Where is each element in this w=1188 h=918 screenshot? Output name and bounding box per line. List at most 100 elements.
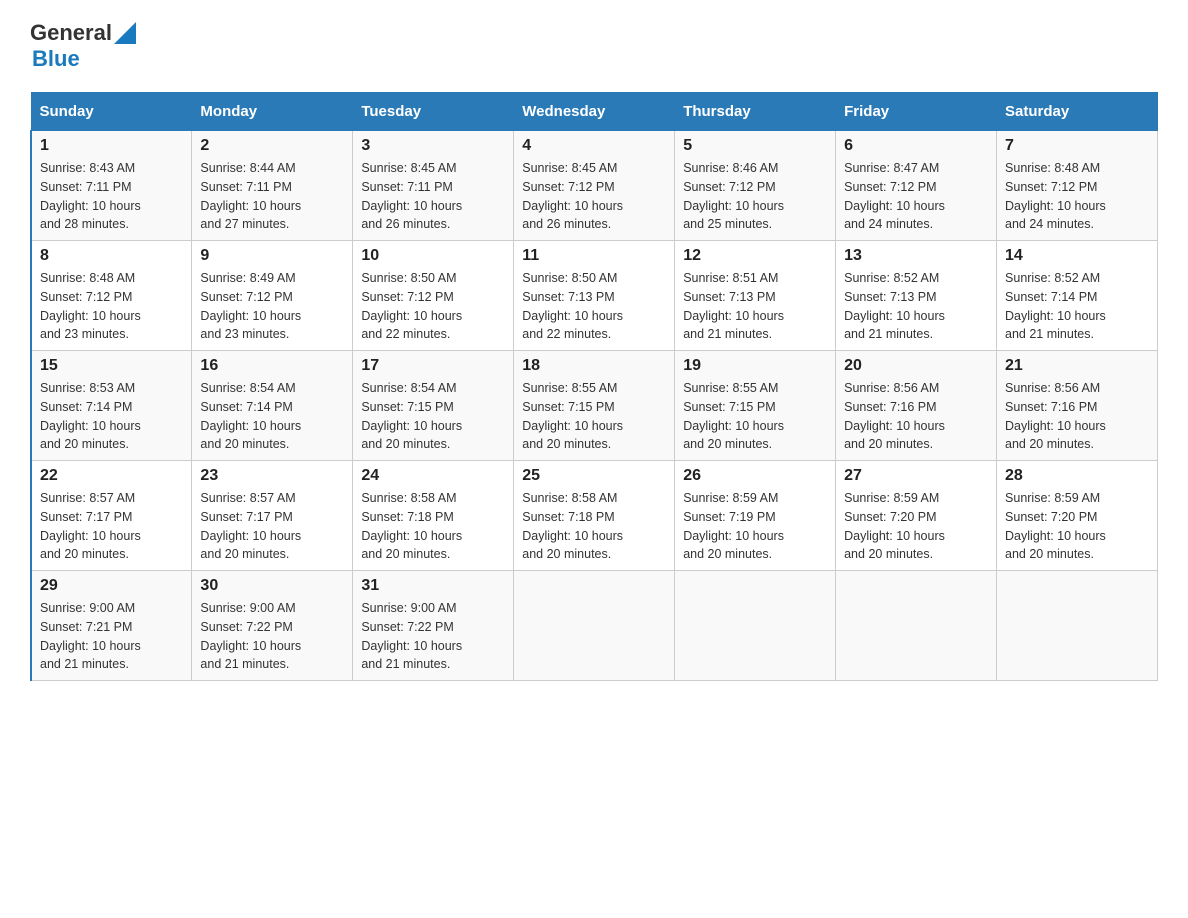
calendar-cell: 9 Sunrise: 8:49 AM Sunset: 7:12 PM Dayli… (192, 241, 353, 351)
calendar-cell: 12 Sunrise: 8:51 AM Sunset: 7:13 PM Dayl… (675, 241, 836, 351)
day-info: Sunrise: 8:53 AM Sunset: 7:14 PM Dayligh… (40, 379, 183, 454)
day-info: Sunrise: 8:55 AM Sunset: 7:15 PM Dayligh… (522, 379, 666, 454)
calendar-cell: 27 Sunrise: 8:59 AM Sunset: 7:20 PM Dayl… (836, 461, 997, 571)
calendar-cell: 3 Sunrise: 8:45 AM Sunset: 7:11 PM Dayli… (353, 131, 514, 241)
logo-blue-text: Blue (32, 46, 80, 71)
calendar-cell: 2 Sunrise: 8:44 AM Sunset: 7:11 PM Dayli… (192, 131, 353, 241)
day-info: Sunrise: 8:48 AM Sunset: 7:12 PM Dayligh… (1005, 159, 1149, 234)
day-number: 26 (683, 467, 827, 485)
day-number: 11 (522, 247, 666, 265)
calendar-cell: 21 Sunrise: 8:56 AM Sunset: 7:16 PM Dayl… (997, 351, 1158, 461)
day-info: Sunrise: 8:58 AM Sunset: 7:18 PM Dayligh… (361, 489, 505, 564)
calendar-cell: 28 Sunrise: 8:59 AM Sunset: 7:20 PM Dayl… (997, 461, 1158, 571)
day-info: Sunrise: 9:00 AM Sunset: 7:21 PM Dayligh… (40, 599, 183, 674)
day-number: 10 (361, 247, 505, 265)
weekday-header-saturday: Saturday (997, 93, 1158, 131)
day-number: 29 (40, 577, 183, 595)
day-number: 20 (844, 357, 988, 375)
calendar-cell (997, 571, 1158, 681)
day-number: 19 (683, 357, 827, 375)
weekday-header-wednesday: Wednesday (514, 93, 675, 131)
day-info: Sunrise: 8:56 AM Sunset: 7:16 PM Dayligh… (1005, 379, 1149, 454)
calendar-cell: 25 Sunrise: 8:58 AM Sunset: 7:18 PM Dayl… (514, 461, 675, 571)
day-number: 2 (200, 137, 344, 155)
day-info: Sunrise: 8:49 AM Sunset: 7:12 PM Dayligh… (200, 269, 344, 344)
day-info: Sunrise: 8:59 AM Sunset: 7:19 PM Dayligh… (683, 489, 827, 564)
day-number: 4 (522, 137, 666, 155)
day-number: 31 (361, 577, 505, 595)
day-info: Sunrise: 8:54 AM Sunset: 7:14 PM Dayligh… (200, 379, 344, 454)
calendar-week-row: 22 Sunrise: 8:57 AM Sunset: 7:17 PM Dayl… (31, 461, 1158, 571)
day-info: Sunrise: 8:50 AM Sunset: 7:12 PM Dayligh… (361, 269, 505, 344)
day-info: Sunrise: 8:57 AM Sunset: 7:17 PM Dayligh… (40, 489, 183, 564)
day-info: Sunrise: 8:47 AM Sunset: 7:12 PM Dayligh… (844, 159, 988, 234)
weekday-header-tuesday: Tuesday (353, 93, 514, 131)
day-info: Sunrise: 8:52 AM Sunset: 7:13 PM Dayligh… (844, 269, 988, 344)
day-info: Sunrise: 8:54 AM Sunset: 7:15 PM Dayligh… (361, 379, 505, 454)
day-number: 1 (40, 137, 183, 155)
day-number: 22 (40, 467, 183, 485)
day-number: 25 (522, 467, 666, 485)
day-number: 3 (361, 137, 505, 155)
day-number: 28 (1005, 467, 1149, 485)
logo-triangle-icon (114, 22, 136, 44)
logo: General Blue (30, 20, 136, 72)
calendar-cell: 23 Sunrise: 8:57 AM Sunset: 7:17 PM Dayl… (192, 461, 353, 571)
weekday-header-thursday: Thursday (675, 93, 836, 131)
day-number: 9 (200, 247, 344, 265)
calendar-cell: 6 Sunrise: 8:47 AM Sunset: 7:12 PM Dayli… (836, 131, 997, 241)
day-info: Sunrise: 8:57 AM Sunset: 7:17 PM Dayligh… (200, 489, 344, 564)
day-info: Sunrise: 8:43 AM Sunset: 7:11 PM Dayligh… (40, 159, 183, 234)
day-info: Sunrise: 8:58 AM Sunset: 7:18 PM Dayligh… (522, 489, 666, 564)
day-number: 17 (361, 357, 505, 375)
weekday-header-monday: Monday (192, 93, 353, 131)
calendar-cell: 24 Sunrise: 8:58 AM Sunset: 7:18 PM Dayl… (353, 461, 514, 571)
calendar-cell: 31 Sunrise: 9:00 AM Sunset: 7:22 PM Dayl… (353, 571, 514, 681)
calendar-table: SundayMondayTuesdayWednesdayThursdayFrid… (30, 92, 1158, 681)
calendar-cell: 30 Sunrise: 9:00 AM Sunset: 7:22 PM Dayl… (192, 571, 353, 681)
calendar-cell: 17 Sunrise: 8:54 AM Sunset: 7:15 PM Dayl… (353, 351, 514, 461)
calendar-cell: 22 Sunrise: 8:57 AM Sunset: 7:17 PM Dayl… (31, 461, 192, 571)
day-info: Sunrise: 8:50 AM Sunset: 7:13 PM Dayligh… (522, 269, 666, 344)
day-number: 6 (844, 137, 988, 155)
day-info: Sunrise: 8:55 AM Sunset: 7:15 PM Dayligh… (683, 379, 827, 454)
day-info: Sunrise: 8:52 AM Sunset: 7:14 PM Dayligh… (1005, 269, 1149, 344)
calendar-cell: 18 Sunrise: 8:55 AM Sunset: 7:15 PM Dayl… (514, 351, 675, 461)
day-number: 14 (1005, 247, 1149, 265)
page-header: General Blue (30, 20, 1158, 72)
calendar-cell: 4 Sunrise: 8:45 AM Sunset: 7:12 PM Dayli… (514, 131, 675, 241)
calendar-cell: 10 Sunrise: 8:50 AM Sunset: 7:12 PM Dayl… (353, 241, 514, 351)
day-number: 30 (200, 577, 344, 595)
day-info: Sunrise: 8:56 AM Sunset: 7:16 PM Dayligh… (844, 379, 988, 454)
day-number: 23 (200, 467, 344, 485)
calendar-cell (836, 571, 997, 681)
calendar-cell: 1 Sunrise: 8:43 AM Sunset: 7:11 PM Dayli… (31, 131, 192, 241)
day-number: 18 (522, 357, 666, 375)
calendar-cell: 14 Sunrise: 8:52 AM Sunset: 7:14 PM Dayl… (997, 241, 1158, 351)
day-number: 24 (361, 467, 505, 485)
calendar-cell: 29 Sunrise: 9:00 AM Sunset: 7:21 PM Dayl… (31, 571, 192, 681)
calendar-cell: 13 Sunrise: 8:52 AM Sunset: 7:13 PM Dayl… (836, 241, 997, 351)
calendar-cell: 19 Sunrise: 8:55 AM Sunset: 7:15 PM Dayl… (675, 351, 836, 461)
day-number: 7 (1005, 137, 1149, 155)
calendar-week-row: 8 Sunrise: 8:48 AM Sunset: 7:12 PM Dayli… (31, 241, 1158, 351)
day-number: 21 (1005, 357, 1149, 375)
calendar-week-row: 29 Sunrise: 9:00 AM Sunset: 7:21 PM Dayl… (31, 571, 1158, 681)
calendar-cell: 8 Sunrise: 8:48 AM Sunset: 7:12 PM Dayli… (31, 241, 192, 351)
day-info: Sunrise: 8:59 AM Sunset: 7:20 PM Dayligh… (844, 489, 988, 564)
day-number: 8 (40, 247, 183, 265)
day-number: 12 (683, 247, 827, 265)
calendar-cell: 7 Sunrise: 8:48 AM Sunset: 7:12 PM Dayli… (997, 131, 1158, 241)
day-info: Sunrise: 8:45 AM Sunset: 7:11 PM Dayligh… (361, 159, 505, 234)
day-number: 27 (844, 467, 988, 485)
day-info: Sunrise: 9:00 AM Sunset: 7:22 PM Dayligh… (200, 599, 344, 674)
calendar-cell: 16 Sunrise: 8:54 AM Sunset: 7:14 PM Dayl… (192, 351, 353, 461)
calendar-cell: 20 Sunrise: 8:56 AM Sunset: 7:16 PM Dayl… (836, 351, 997, 461)
day-number: 15 (40, 357, 183, 375)
calendar-week-row: 15 Sunrise: 8:53 AM Sunset: 7:14 PM Dayl… (31, 351, 1158, 461)
weekday-header-row: SundayMondayTuesdayWednesdayThursdayFrid… (31, 93, 1158, 131)
weekday-header-friday: Friday (836, 93, 997, 131)
weekday-header-sunday: Sunday (31, 93, 192, 131)
day-number: 16 (200, 357, 344, 375)
day-info: Sunrise: 8:59 AM Sunset: 7:20 PM Dayligh… (1005, 489, 1149, 564)
